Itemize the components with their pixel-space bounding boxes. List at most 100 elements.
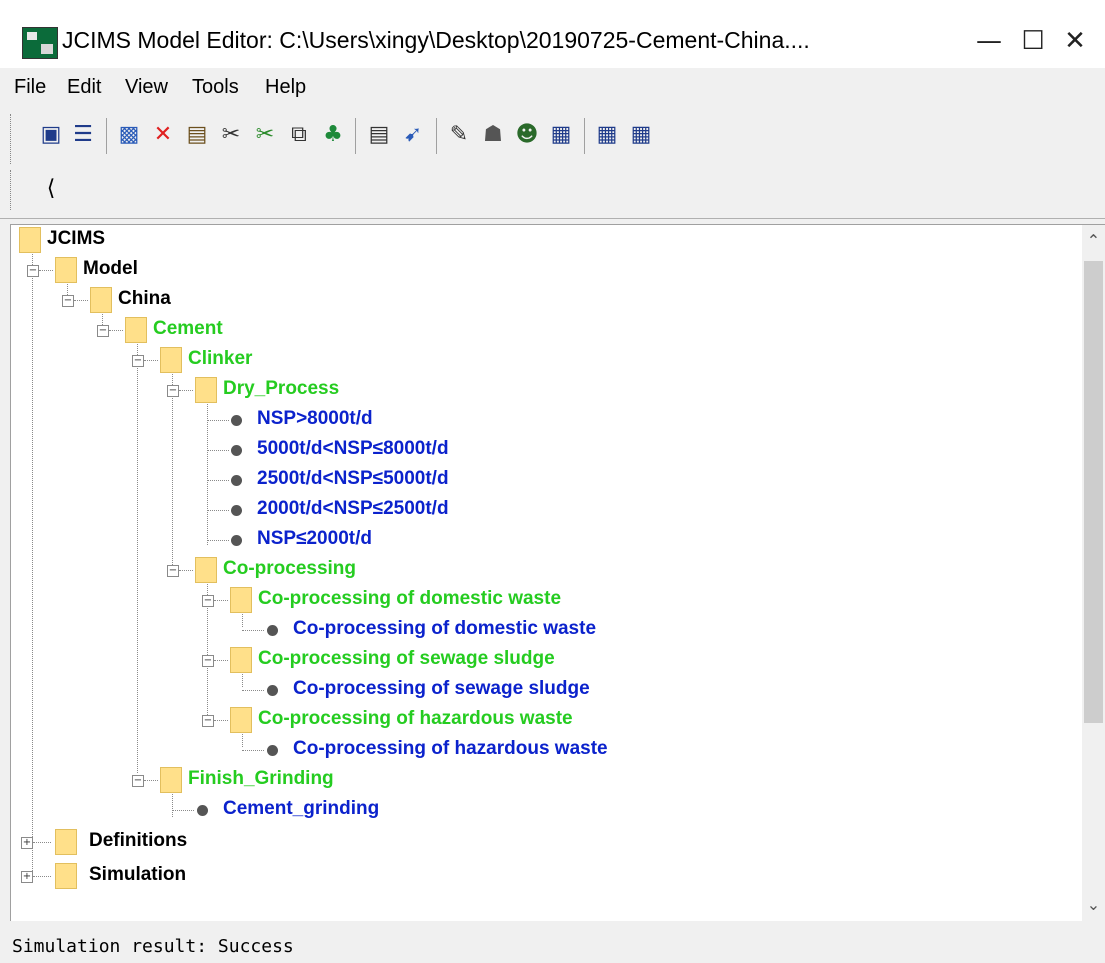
collapse-icon[interactable]: − bbox=[202, 595, 214, 607]
folder-icon bbox=[55, 863, 77, 889]
vertical-scrollbar[interactable]: ⌃ ⌄ bbox=[1082, 224, 1105, 922]
node-label: 2500t/d<NSP≤5000t/d bbox=[257, 468, 449, 489]
status-text: Simulation result: Success bbox=[12, 936, 294, 957]
model-tree[interactable]: JCIMS − Model − China − Cement − Clinker… bbox=[10, 224, 1083, 922]
tree-leaf-cp-sewage[interactable]: Co-processing of sewage sludge bbox=[11, 675, 811, 705]
collapse-icon[interactable]: − bbox=[132, 775, 144, 787]
node-label: Co-processing of domestic waste bbox=[293, 618, 597, 639]
settings-icon[interactable]: ☗ bbox=[480, 122, 506, 148]
node-label: Finish_Grinding bbox=[188, 768, 334, 789]
tree-node-jcims[interactable]: JCIMS bbox=[11, 225, 411, 255]
cut-icon[interactable]: ✂ bbox=[218, 122, 244, 148]
scroll-up-icon[interactable]: ⌃ bbox=[1082, 231, 1105, 250]
scroll-thumb[interactable] bbox=[1084, 261, 1103, 723]
table-icon[interactable]: ▦ bbox=[594, 122, 620, 148]
edit-table-icon[interactable]: ▦ bbox=[548, 122, 574, 148]
tree-node-clinker[interactable]: − Clinker bbox=[11, 345, 411, 375]
minimize-button[interactable]: — bbox=[966, 22, 1012, 60]
node-label: Simulation bbox=[89, 864, 187, 885]
expand-icon[interactable]: + bbox=[21, 871, 33, 883]
grid-icon[interactable]: ▦ bbox=[628, 122, 654, 148]
tree-leaf-cp-domestic[interactable]: Co-processing of domestic waste bbox=[11, 615, 811, 645]
tree-node-cement[interactable]: − Cement bbox=[11, 315, 411, 345]
save-icon[interactable]: ▣ bbox=[38, 122, 64, 148]
toolbar-grip[interactable] bbox=[10, 114, 14, 164]
delete-icon[interactable]: ✕ bbox=[150, 122, 176, 148]
toolbar: ▣ ☰ ▩ ✕ ▤ ✂ ✂ ⧉ ♣ ▤ ➹ ✎ ☗ ☻ ▦ ▦ ▦ ⟨ bbox=[0, 108, 1105, 219]
node-label: Co-processing of hazardous waste bbox=[293, 738, 608, 759]
toolbar-grip-2[interactable] bbox=[10, 170, 14, 210]
folder-icon bbox=[230, 707, 252, 733]
expand-icon[interactable]: + bbox=[21, 837, 33, 849]
node-label: Dry_Process bbox=[223, 378, 340, 399]
menu-file[interactable]: File bbox=[14, 76, 46, 99]
tree-leaf-nsp-gt-8000[interactable]: NSP>8000t/d bbox=[11, 405, 611, 435]
menu-edit[interactable]: Edit bbox=[67, 76, 101, 99]
tree-leaf-nsp-5000-8000[interactable]: 5000t/d<NSP≤8000t/d bbox=[11, 435, 611, 465]
folder-icon bbox=[160, 347, 182, 373]
connector-icon[interactable]: ⟨ bbox=[38, 176, 64, 202]
tree-node-dry-process[interactable]: − Dry_Process bbox=[11, 375, 411, 405]
node-label: Co-processing of sewage sludge bbox=[258, 648, 555, 669]
paste-icon[interactable]: ▤ bbox=[184, 122, 210, 148]
tree-node-co-processing[interactable]: − Co-processing bbox=[11, 555, 611, 585]
collapse-icon[interactable]: − bbox=[202, 655, 214, 667]
tree-node-simulation[interactable]: + Simulation bbox=[11, 861, 411, 891]
leaf-bullet-icon bbox=[231, 415, 242, 426]
tree-leaf-cp-hazardous[interactable]: Co-processing of hazardous waste bbox=[11, 735, 811, 765]
node-label: JCIMS bbox=[47, 228, 106, 249]
close-button[interactable]: ✕ bbox=[1052, 22, 1098, 60]
menu-tools[interactable]: Tools bbox=[192, 76, 239, 99]
list-icon[interactable]: ☰ bbox=[70, 122, 96, 148]
title-bar: JCIMS Model Editor: C:\Users\xingy\Deskt… bbox=[0, 0, 1105, 68]
window-title: JCIMS Model Editor: C:\Users\xingy\Deskt… bbox=[62, 27, 810, 53]
tree-leaf-nsp-2000-2500[interactable]: 2000t/d<NSP≤2500t/d bbox=[11, 495, 611, 525]
node-label: Co-processing of sewage sludge bbox=[293, 678, 590, 699]
menu-view[interactable]: View bbox=[125, 76, 168, 99]
leaf-bullet-icon bbox=[231, 535, 242, 546]
collapse-icon[interactable]: − bbox=[202, 715, 214, 727]
tree-leaf-nsp-le-2000[interactable]: NSP≤2000t/d bbox=[11, 525, 611, 555]
node-label: Co-processing of domestic waste bbox=[258, 588, 562, 609]
collapse-icon[interactable]: − bbox=[62, 295, 74, 307]
tree-node-cp-sewage[interactable]: − Co-processing of sewage sludge bbox=[11, 645, 811, 675]
tree-node-model[interactable]: − Model bbox=[11, 255, 411, 285]
node-label: Cement bbox=[153, 318, 223, 339]
folder-icon bbox=[230, 647, 252, 673]
edit-pen-icon[interactable]: ✎ bbox=[446, 122, 472, 148]
status-bar: Simulation result: Success bbox=[0, 921, 1105, 963]
copy-icon[interactable]: ⧉ bbox=[286, 122, 312, 148]
node-label: NSP≤2000t/d bbox=[257, 528, 372, 549]
tree-node-definitions[interactable]: + Definitions bbox=[11, 827, 411, 857]
inspect-icon[interactable]: ➹ bbox=[400, 122, 426, 148]
tree-node-finish-grinding[interactable]: − Finish_Grinding bbox=[11, 765, 611, 795]
node-label: NSP>8000t/d bbox=[257, 408, 373, 429]
collapse-icon[interactable]: − bbox=[167, 385, 179, 397]
properties-icon[interactable]: ▤ bbox=[366, 122, 392, 148]
tree-leaf-cement-grinding[interactable]: Cement_grinding bbox=[11, 795, 611, 825]
menu-help[interactable]: Help bbox=[265, 76, 306, 99]
cut-alt-icon[interactable]: ✂ bbox=[252, 122, 278, 148]
leaf-bullet-icon bbox=[231, 505, 242, 516]
users-icon[interactable]: ☻ bbox=[514, 122, 540, 148]
scroll-down-icon[interactable]: ⌄ bbox=[1082, 895, 1105, 914]
tree-node-cp-hazardous[interactable]: − Co-processing of hazardous waste bbox=[11, 705, 811, 735]
new-object-icon[interactable]: ▩ bbox=[116, 122, 142, 148]
tree-leaf-nsp-2500-5000[interactable]: 2500t/d<NSP≤5000t/d bbox=[11, 465, 611, 495]
maximize-button[interactable]: ☐ bbox=[1010, 22, 1056, 60]
tree-node-china[interactable]: − China bbox=[11, 285, 411, 315]
tree-icon[interactable]: ♣ bbox=[320, 122, 346, 148]
node-label: China bbox=[118, 288, 171, 309]
collapse-icon[interactable]: − bbox=[97, 325, 109, 337]
menu-bar: File Edit View Tools Help bbox=[0, 68, 1105, 108]
folder-icon bbox=[125, 317, 147, 343]
collapse-icon[interactable]: − bbox=[167, 565, 179, 577]
collapse-icon[interactable]: − bbox=[27, 265, 39, 277]
collapse-icon[interactable]: − bbox=[132, 355, 144, 367]
leaf-bullet-icon bbox=[231, 445, 242, 456]
node-label: Clinker bbox=[188, 348, 253, 369]
folder-icon bbox=[90, 287, 112, 313]
tree-node-cp-domestic[interactable]: − Co-processing of domestic waste bbox=[11, 585, 811, 615]
folder-icon bbox=[19, 227, 41, 253]
leaf-bullet-icon bbox=[197, 805, 208, 816]
